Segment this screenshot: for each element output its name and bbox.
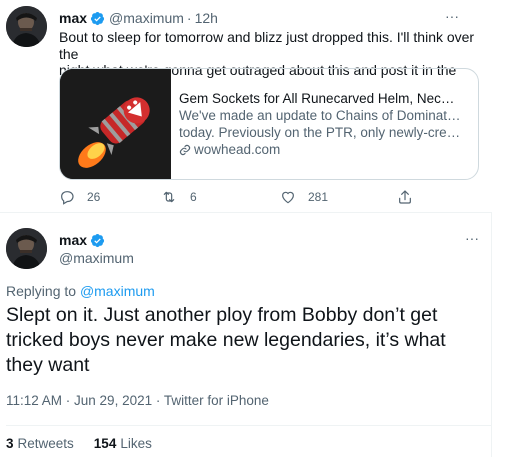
tweet-header: max @maximum · 12h [59,10,218,26]
likes-count: 154 [93,436,117,451]
replying-to: Replying to @maximum [6,283,155,299]
tweet-text-line: Bout to sleep for tomorrow and blizz jus… [59,29,475,62]
parent-tweet[interactable]: max @maximum · 12h ··· Bout to sleep for… [0,0,492,212]
like-count: 281 [308,190,329,204]
verified-badge-icon [90,233,105,247]
author-name-row: max [59,232,109,248]
tweet-time[interactable]: 12h [195,10,218,26]
retweets-stat[interactable]: 3 Retweets [6,436,74,451]
more-options-icon[interactable]: ··· [442,9,462,26]
share-button[interactable] [397,189,425,205]
reply-count: 26 [87,190,101,204]
tweet-timestamp[interactable]: 11:12 AM · Jun 29, 2021 · Twitter for iP… [6,393,269,408]
link-title: Gem Sockets for All Runecarved Helm, Nec… [179,91,461,106]
link-thumbnail [60,69,171,179]
reply-button[interactable]: 26 [59,189,100,205]
verified-badge-icon [90,11,105,25]
heart-icon [282,191,294,204]
link-domain: wowhead.com [179,141,461,158]
link-preview-card[interactable]: Gem Sockets for All Runecarved Helm, Nec… [59,68,479,180]
link-text: Gem Sockets for All Runecarved Helm, Nec… [171,69,471,179]
link-domain-text: wowhead.com [194,142,281,157]
divider [0,212,492,213]
column-border [491,212,492,457]
retweets-label: Retweets [17,436,74,451]
tweet-stats: 3 Retweets 154 Likes [6,436,172,451]
retweet-button[interactable]: 6 [160,189,197,205]
main-tweet-text: Slept on it. Just another ploy from Bobb… [6,304,446,376]
retweet-count: 6 [190,190,197,204]
separator-dot: · [186,10,192,26]
link-description: We've made an update to Chains of Domina… [179,107,461,141]
replying-mention-link[interactable]: @maximum [80,283,155,299]
author-name[interactable]: max [59,232,87,248]
tweet-actions: 26 6 281 [59,189,479,211]
link-description-line: We've made an update to Chains of Domina… [179,108,461,123]
replying-prefix: Replying to [6,283,80,299]
like-button[interactable]: 281 [280,189,328,205]
divider [6,425,492,426]
avatar[interactable] [6,228,47,269]
likes-stat[interactable]: 154 Likes [94,436,152,451]
share-icon [399,190,411,204]
retweets-count: 3 [6,436,14,451]
link-icon [179,144,191,155]
retweet-icon [163,191,175,203]
reply-icon [61,191,74,205]
link-description-line: today. Previously on the PTR, only newly… [179,125,461,140]
likes-label: Likes [120,436,152,451]
author-name[interactable]: max [59,10,87,26]
author-handle[interactable]: @maximum [109,10,184,26]
author-handle[interactable]: @maximum [59,250,134,266]
avatar[interactable] [6,6,47,47]
more-options-icon[interactable]: ··· [462,231,482,248]
